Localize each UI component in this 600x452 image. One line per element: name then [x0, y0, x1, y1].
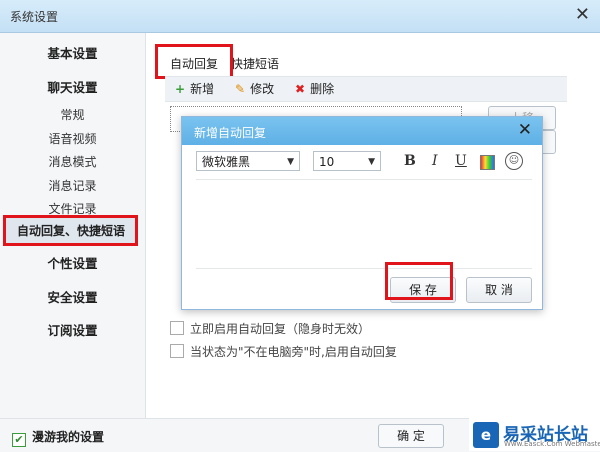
reply-text-editor[interactable] — [196, 179, 532, 269]
option-enable-auto-reply[interactable]: 立即启用自动回复（隐身时无效） — [170, 320, 370, 337]
delete-label: 删除 — [310, 82, 335, 96]
sidebar-item-basic[interactable]: 基本设置 — [0, 43, 145, 62]
plus-icon: + — [175, 82, 186, 96]
format-toolbar: 微软雅黑 ▼ 10 ▼ B I U ☺ — [196, 150, 532, 176]
font-size-value: 10 — [319, 155, 335, 169]
dialog-title: 新增自动回复 — [194, 126, 267, 140]
italic-button[interactable]: I — [432, 153, 438, 169]
highlight-box-tab — [155, 44, 233, 79]
font-size-select[interactable]: 10 ▼ — [313, 151, 381, 171]
sidebar-item-subscription[interactable]: 订阅设置 — [0, 320, 145, 339]
edit-label: 修改 — [250, 82, 275, 96]
logo-mark-icon: e — [473, 422, 499, 448]
dialog-close-icon[interactable]: ✕ — [518, 120, 532, 140]
font-family-select[interactable]: 微软雅黑 ▼ — [196, 151, 300, 171]
reply-toolbar: + 新增 ✎ 修改 ✖ 删除 — [165, 76, 567, 102]
add-button[interactable]: + 新增 — [175, 80, 214, 97]
chevron-down-icon: ▼ — [287, 157, 294, 167]
bold-button[interactable]: B — [404, 153, 416, 169]
sidebar-item-general[interactable]: 常规 — [0, 106, 145, 123]
option-away-auto-reply[interactable]: 当状态为"不在电脑旁"时,启用自动回复 — [170, 343, 397, 360]
roam-settings-checkbox[interactable]: ✔ 漫游我的设置 — [12, 428, 104, 447]
close-icon[interactable]: ✕ — [575, 5, 590, 25]
title-bar: 系统设置 ✕ — [0, 0, 600, 33]
edit-button[interactable]: ✎ 修改 — [235, 80, 274, 97]
watermark-logo: e 易采站长站 Www.Easck.Com Webmaster — [469, 418, 600, 451]
highlight-box-sidebar — [3, 215, 138, 246]
cancel-button[interactable]: 取 消 — [466, 277, 532, 303]
sidebar-item-message-mode[interactable]: 消息模式 — [0, 153, 145, 170]
chevron-down-icon: ▼ — [368, 157, 375, 167]
font-family-value: 微软雅黑 — [202, 155, 251, 169]
sidebar-item-voice-video[interactable]: 语音视频 — [0, 130, 145, 147]
settings-window: 系统设置 ✕ 基本设置 聊天设置 常规 语音视频 消息模式 消息记录 文件记录 … — [0, 0, 600, 452]
delete-icon: ✖ — [295, 82, 306, 96]
add-label: 新增 — [190, 82, 215, 96]
ok-button[interactable]: 确 定 — [378, 424, 444, 448]
delete-button[interactable]: ✖ 删除 — [295, 80, 334, 97]
sidebar-item-security[interactable]: 安全设置 — [0, 287, 145, 306]
option-label: 当状态为"不在电脑旁"时,启用自动回复 — [190, 345, 397, 359]
highlight-box-save — [385, 262, 453, 300]
sidebar-item-chat[interactable]: 聊天设置 — [0, 77, 145, 96]
option-label: 立即启用自动回复（隐身时无效） — [190, 322, 371, 336]
tab-quick-phrases[interactable]: 快捷短语 — [231, 55, 279, 72]
underline-button[interactable]: U — [455, 153, 467, 169]
new-auto-reply-dialog: 新增自动回复 ✕ 微软雅黑 ▼ 10 ▼ B I U ☺ 保 存 取 消 — [181, 116, 543, 310]
checkmark-icon: ✔ — [12, 433, 26, 447]
pencil-icon: ✎ — [235, 82, 246, 96]
dialog-title-bar: 新增自动回复 ✕ — [182, 117, 542, 145]
checkbox[interactable] — [170, 344, 184, 358]
emoji-icon[interactable]: ☺ — [505, 152, 523, 170]
sidebar-item-personal[interactable]: 个性设置 — [0, 253, 145, 272]
watermark-sub: Www.Easck.Com Webmaster — [504, 440, 600, 448]
checkbox[interactable] — [170, 321, 184, 335]
text-color-icon[interactable] — [480, 155, 495, 170]
sidebar-item-message-history[interactable]: 消息记录 — [0, 177, 145, 194]
window-title: 系统设置 — [10, 10, 59, 24]
roam-label: 漫游我的设置 — [32, 430, 105, 444]
